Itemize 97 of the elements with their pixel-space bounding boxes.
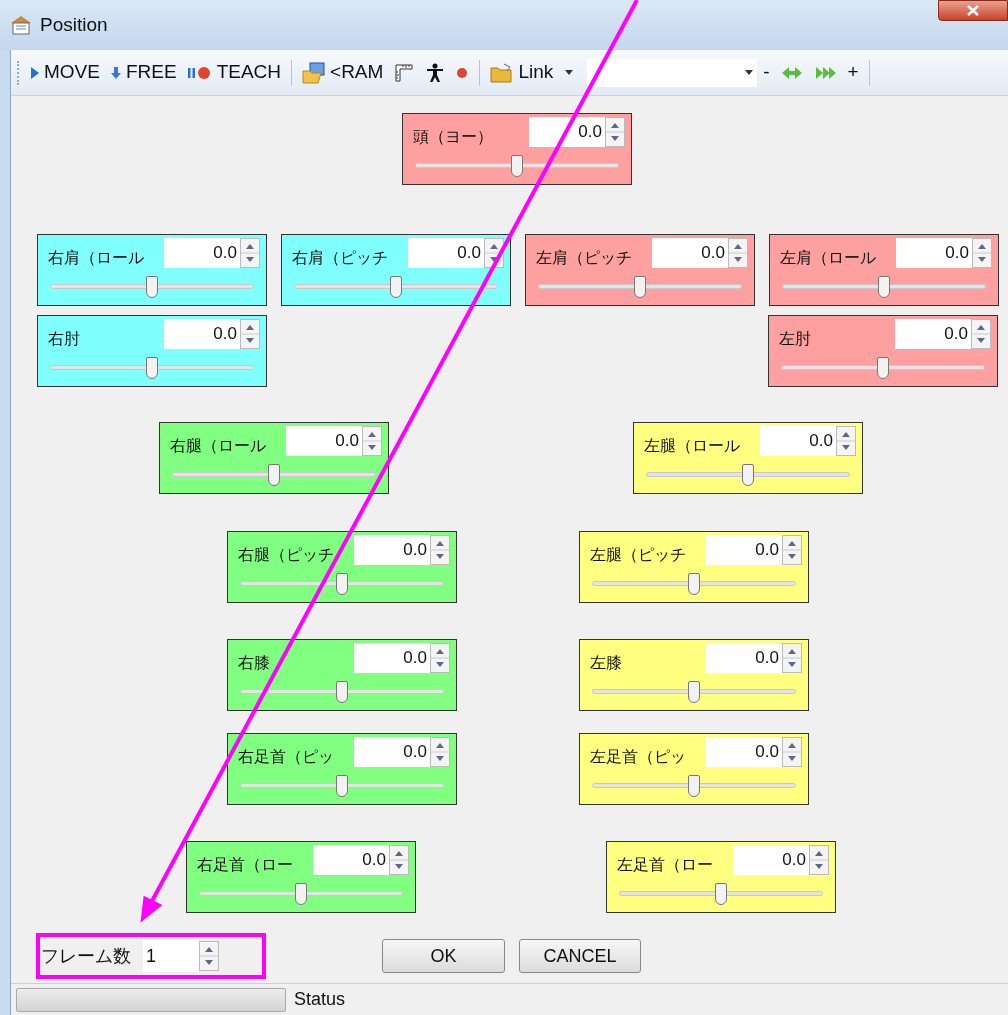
- spin-button[interactable]: [782, 643, 802, 673]
- slider-thumb[interactable]: [688, 775, 700, 797]
- value-field[interactable]: 0.0: [706, 737, 782, 767]
- spin-button[interactable]: [836, 426, 856, 456]
- spin-button[interactable]: [605, 117, 625, 147]
- slider-thumb[interactable]: [146, 357, 158, 379]
- joint-label: 右腿（ピッチ: [237, 545, 335, 565]
- spin-button[interactable]: [430, 643, 450, 673]
- joint-label: 右足首（ロー: [196, 855, 294, 875]
- slider-thumb[interactable]: [878, 276, 890, 298]
- value-field[interactable]: 0.0: [652, 238, 728, 268]
- spin-button[interactable]: [782, 535, 802, 565]
- value-field[interactable]: 0.0: [529, 117, 605, 147]
- link-dropdown[interactable]: Link: [486, 58, 578, 87]
- cancel-button[interactable]: CANCEL: [519, 939, 641, 973]
- spin-button[interactable]: [971, 319, 991, 349]
- joint-label: 右腿（ロール: [169, 436, 267, 456]
- ruler-icon: [394, 62, 415, 83]
- caret-icon: [745, 70, 754, 75]
- value-field[interactable]: 0.0: [733, 845, 809, 875]
- value-field[interactable]: 0.0: [354, 643, 430, 673]
- slider-thumb[interactable]: [268, 464, 280, 486]
- value-field[interactable]: 0.0: [354, 737, 430, 767]
- joint-label: 右肩（ピッチ: [291, 248, 389, 268]
- value-field[interactable]: 0.0: [760, 426, 836, 456]
- joint-label: 左足首（ロー: [616, 855, 714, 875]
- spin-button[interactable]: [240, 238, 260, 268]
- double-arrow-left-icon: [780, 65, 803, 80]
- slider-thumb[interactable]: [336, 681, 348, 703]
- play-icon: [30, 65, 40, 80]
- pause-record-icon: [186, 65, 213, 80]
- value-field[interactable]: 0.0: [706, 535, 782, 565]
- spin-button[interactable]: [389, 845, 409, 875]
- slider-thumb[interactable]: [511, 155, 523, 177]
- spin-button[interactable]: [782, 737, 802, 767]
- spin-button[interactable]: [972, 238, 992, 268]
- joint-label: 頭（ヨー）: [412, 127, 494, 147]
- slider-thumb[interactable]: [295, 883, 307, 905]
- toolbar-symbol[interactable]: -: [759, 58, 774, 87]
- toolbar-button[interactable]: FREE: [105, 58, 181, 87]
- slider-thumb[interactable]: [146, 276, 158, 298]
- double-arrow-right-icon: [814, 65, 837, 80]
- toolbar-symbol[interactable]: +: [843, 58, 863, 87]
- slider-thumb[interactable]: [742, 464, 754, 486]
- value-field[interactable]: 0.0: [286, 426, 362, 456]
- value-field[interactable]: 0.0: [354, 535, 430, 565]
- toolbar-button[interactable]: <RAM: [298, 58, 388, 87]
- spin-button[interactable]: [728, 238, 748, 268]
- person-figure-icon: [426, 62, 445, 83]
- status-text: Status: [294, 988, 346, 1011]
- ok-button[interactable]: OK: [382, 939, 505, 973]
- slider-thumb[interactable]: [336, 775, 348, 797]
- slider-thumb[interactable]: [715, 883, 727, 905]
- combo-box[interactable]: [587, 58, 758, 87]
- slider-thumb[interactable]: [688, 681, 700, 703]
- value-field[interactable]: 0.0: [896, 238, 972, 268]
- spin-button[interactable]: [809, 845, 829, 875]
- joint-label: 左腿（ロール: [643, 436, 741, 456]
- window-title: Position: [40, 12, 108, 37]
- joint-label: 左肘: [778, 329, 812, 349]
- spin-button[interactable]: [240, 319, 260, 349]
- caret-icon: [565, 70, 574, 75]
- frame-count-field[interactable]: 1: [143, 940, 199, 972]
- slider-thumb[interactable]: [634, 276, 646, 298]
- joint-label: 左腿（ピッチ: [589, 545, 687, 565]
- folder-icon: [490, 61, 515, 84]
- joint-label: 右足首（ピッ: [237, 747, 335, 767]
- value-field[interactable]: 0.0: [895, 319, 971, 349]
- window-icon: [10, 15, 32, 35]
- joint-label: 左足首（ピッ: [589, 747, 687, 767]
- joint-label: 左膝: [589, 653, 623, 673]
- value-field[interactable]: 0.0: [313, 845, 389, 875]
- record-icon: [456, 66, 469, 79]
- slider-thumb[interactable]: [877, 357, 889, 379]
- spin-button[interactable]: [430, 737, 450, 767]
- toolbar-button[interactable]: TEACH: [182, 58, 286, 87]
- toolbar-button[interactable]: MOVE: [26, 58, 104, 87]
- joint-label: 右肘: [47, 329, 81, 349]
- joint-label: 右肩（ロール: [47, 248, 145, 268]
- slider-thumb[interactable]: [390, 276, 402, 298]
- joint-label: 右膝: [237, 653, 271, 673]
- value-field[interactable]: 0.0: [408, 238, 484, 268]
- spin-button[interactable]: [362, 426, 382, 456]
- close-icon: [967, 5, 979, 16]
- spin-button[interactable]: [199, 941, 219, 971]
- joint-label: 左肩（ロール: [779, 248, 877, 268]
- folder-window-icon: [302, 61, 327, 84]
- joint-label: 左肩（ピッチ: [535, 248, 633, 268]
- spin-button[interactable]: [430, 535, 450, 565]
- down-arrow-icon: [109, 65, 122, 80]
- value-field[interactable]: 0.0: [164, 238, 240, 268]
- slider-thumb[interactable]: [688, 573, 700, 595]
- value-field[interactable]: 0.0: [706, 643, 782, 673]
- value-field[interactable]: 0.0: [164, 319, 240, 349]
- close-button[interactable]: [938, 0, 1008, 21]
- frame-count-label: フレーム数: [41, 944, 131, 968]
- slider-thumb[interactable]: [336, 573, 348, 595]
